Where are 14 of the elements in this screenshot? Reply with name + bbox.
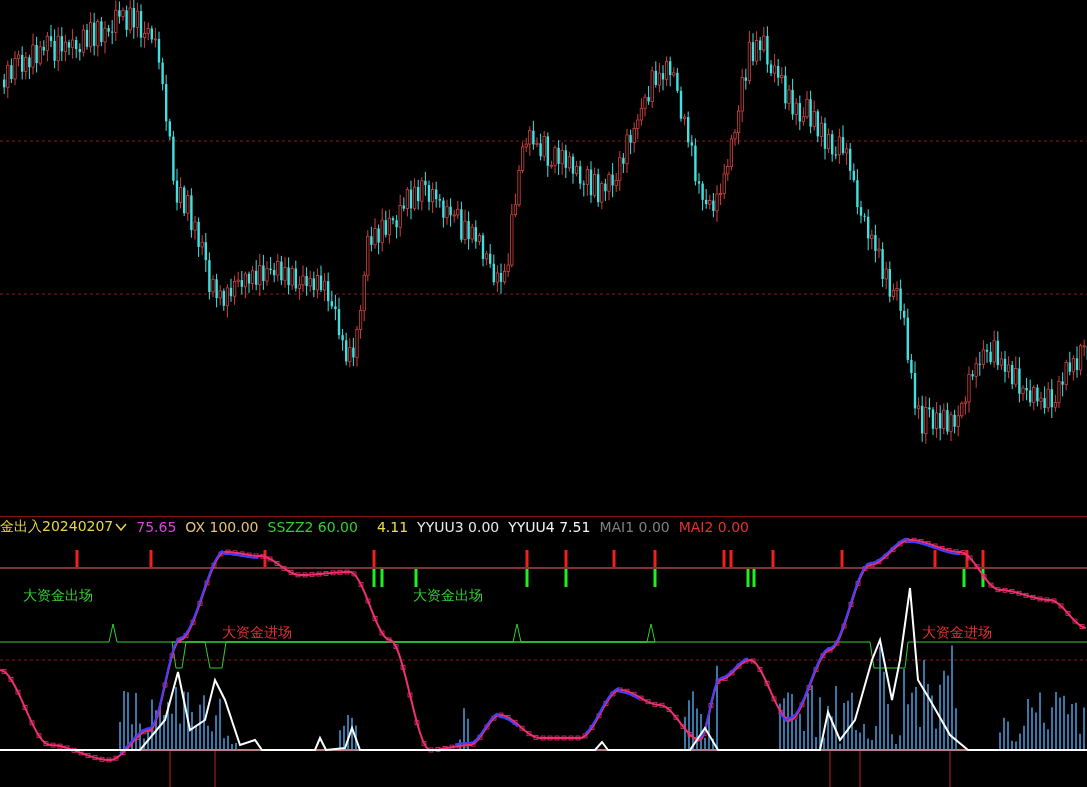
signal-label: 大资金出场	[413, 587, 483, 605]
indicator-value: 75.65	[136, 519, 177, 535]
signal-label: 大资金进场	[222, 624, 292, 642]
indicator-value: YYUU3 0.00	[417, 519, 500, 535]
signal-label: 大资金进场	[922, 624, 992, 642]
indicator-value: 4.11	[376, 519, 409, 535]
chevron-down-icon	[115, 523, 128, 531]
indicator-selector[interactable]: 金出入20240207	[0, 518, 128, 536]
indicator-value: SSZZ2 60.00	[267, 519, 358, 535]
indicator-value: MAI2 0.00	[678, 519, 750, 535]
indicator-value: MAI1 0.00	[599, 519, 670, 535]
indicator-value: YYUU4 7.51	[508, 519, 591, 535]
signal-label: 大资金出场	[23, 587, 93, 605]
indicator-value: OX 100.00	[185, 519, 259, 535]
